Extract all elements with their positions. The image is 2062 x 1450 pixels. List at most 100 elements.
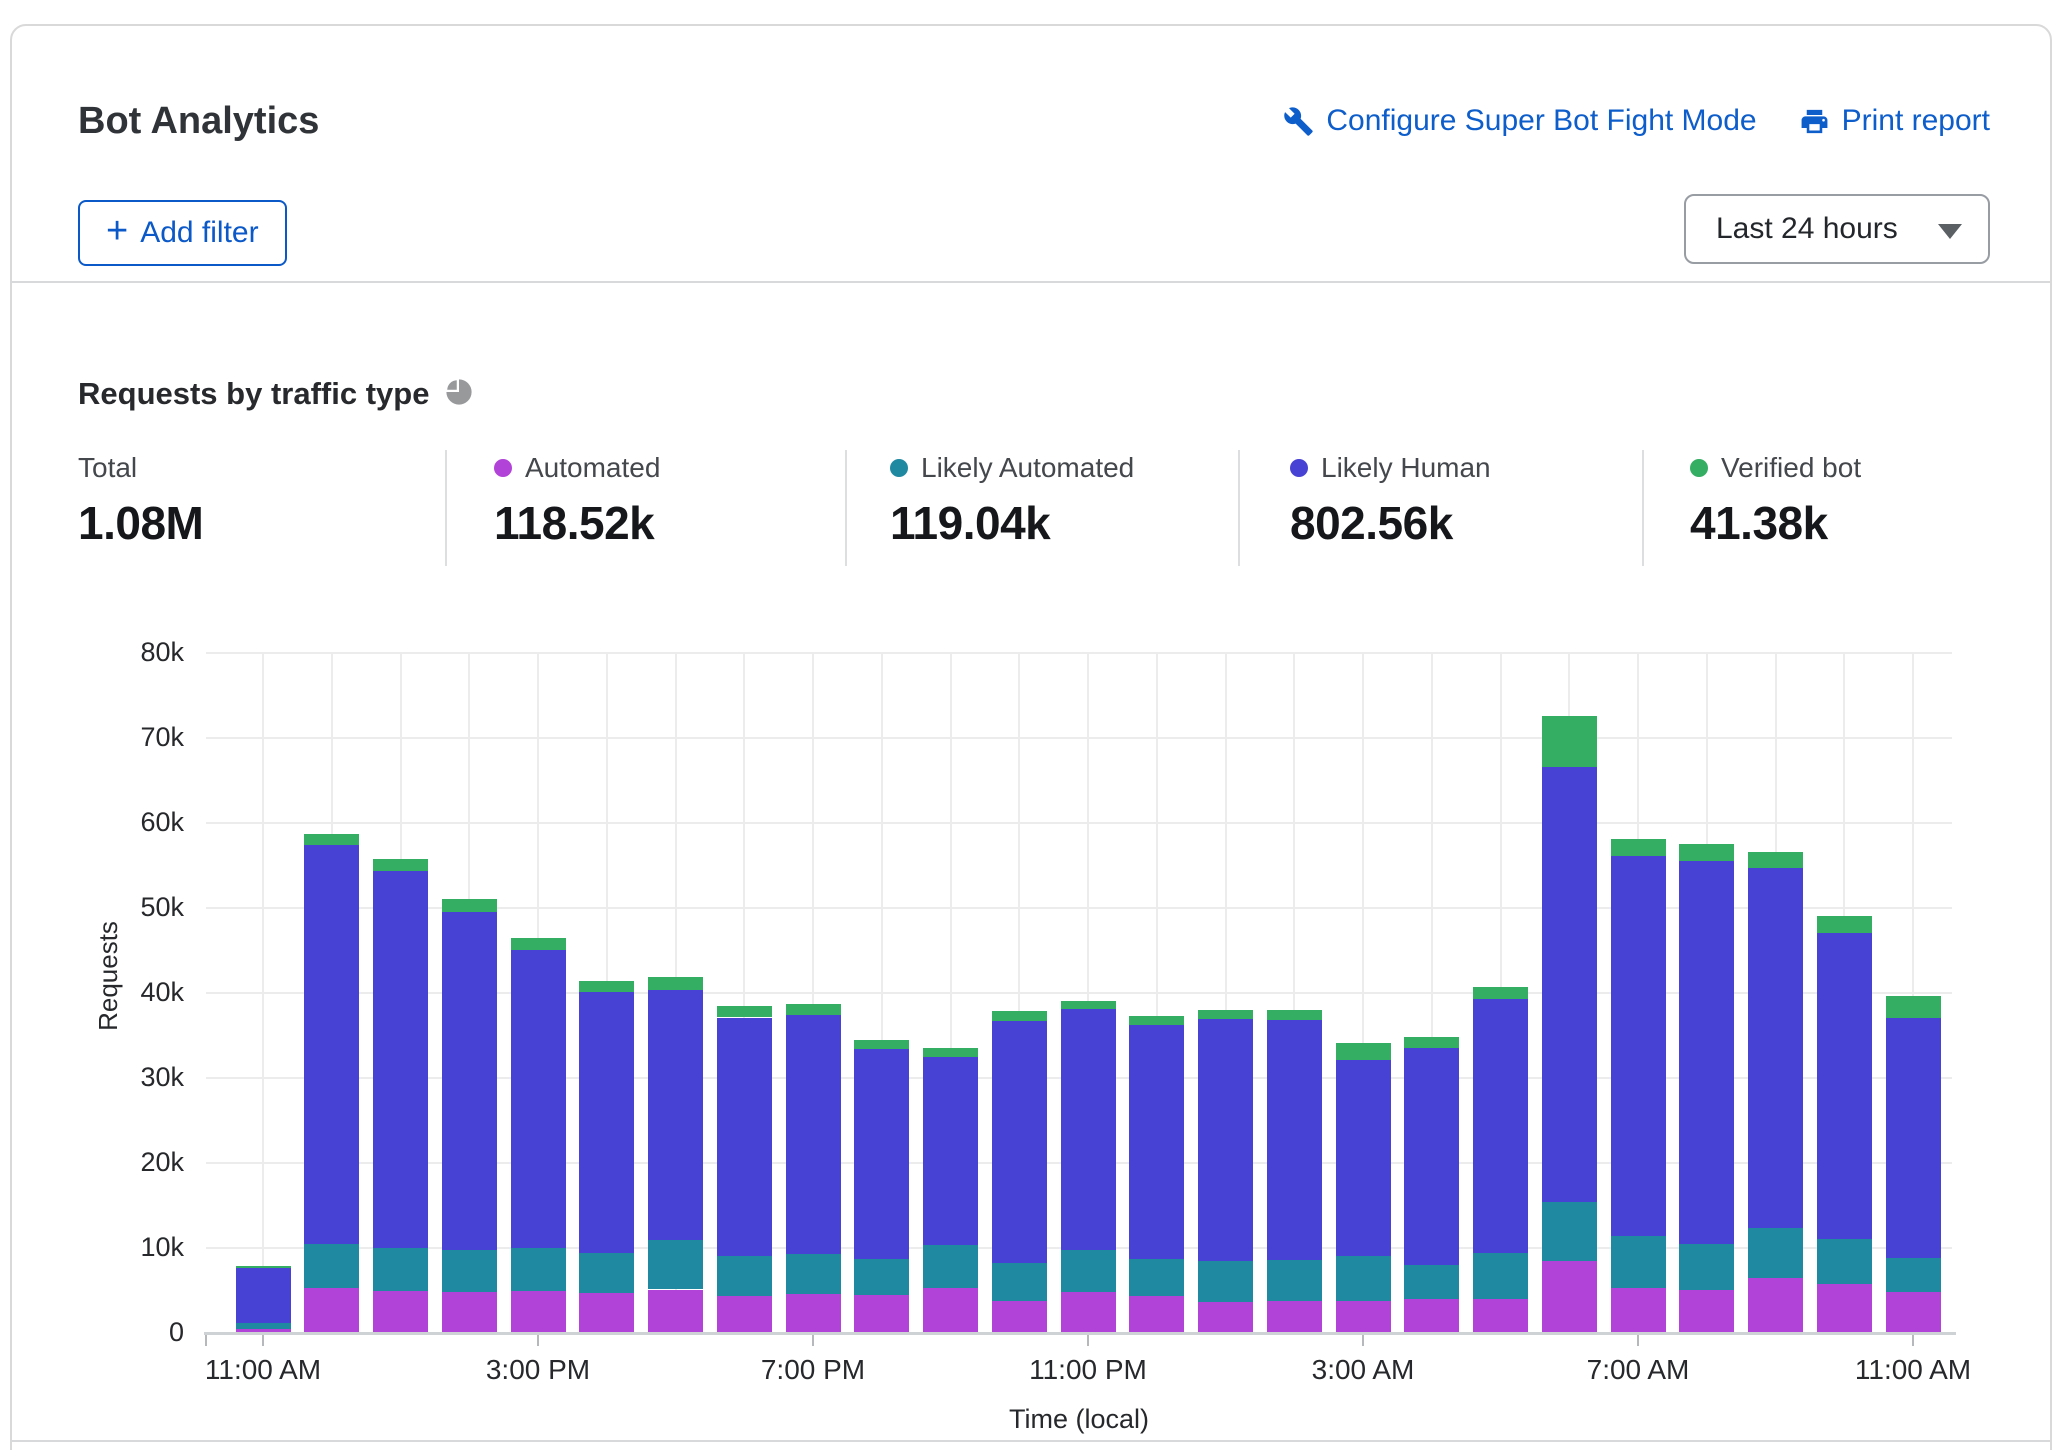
bar-3-automated[interactable] [442,1292,497,1332]
bar-17-likely-automated[interactable] [1404,1265,1459,1299]
add-filter-button[interactable]: + Add filter [78,200,287,266]
bar-7-likely-automated[interactable] [717,1256,772,1296]
bar-16-likely-automated[interactable] [1336,1256,1391,1300]
bar-0-likely-human[interactable] [236,1268,291,1322]
stat-likely-automated[interactable]: Likely Automated119.04k [890,450,1134,550]
bar-3-verified-bot[interactable] [442,899,497,913]
bar-7-likely-human[interactable] [717,1018,772,1257]
bar-23-likely-human[interactable] [1817,933,1872,1239]
bar-12-automated[interactable] [1061,1292,1116,1332]
bar-0-likely-automated[interactable] [236,1323,291,1329]
bar-2-likely-human[interactable] [373,871,428,1248]
bar-13-automated[interactable] [1129,1296,1184,1332]
bar-10-likely-automated[interactable] [923,1245,978,1288]
bar-8-likely-automated[interactable] [786,1254,841,1294]
bar-10-automated[interactable] [923,1288,978,1332]
bar-4-likely-automated[interactable] [511,1248,566,1291]
bar-6-likely-automated[interactable] [648,1240,703,1289]
print-report-link[interactable]: Print report [1799,104,1990,138]
bar-22-verified-bot[interactable] [1748,852,1803,868]
bar-23-verified-bot[interactable] [1817,916,1872,934]
bar-21-likely-human[interactable] [1679,861,1734,1244]
bar-21-automated[interactable] [1679,1290,1734,1332]
bar-15-likely-automated[interactable] [1267,1260,1322,1302]
bar-16-automated[interactable] [1336,1301,1391,1332]
bar-10-likely-human[interactable] [923,1057,978,1246]
bar-11-likely-automated[interactable] [992,1263,1047,1301]
bar-19-likely-automated[interactable] [1542,1202,1597,1261]
bar-12-likely-automated[interactable] [1061,1250,1116,1292]
bar-18-automated[interactable] [1473,1299,1528,1332]
time-range-select[interactable]: Last 24 hours [1684,194,1990,264]
bar-17-likely-human[interactable] [1404,1048,1459,1265]
configure-super-bot-fight-mode-link[interactable]: Configure Super Bot Fight Mode [1283,104,1756,138]
bar-1-verified-bot[interactable] [304,834,359,845]
bar-20-verified-bot[interactable] [1611,839,1666,856]
bar-5-verified-bot[interactable] [579,981,634,992]
bar-15-automated[interactable] [1267,1301,1322,1332]
bar-0-verified-bot[interactable] [236,1266,291,1269]
bar-16-verified-bot[interactable] [1336,1043,1391,1060]
bar-14-likely-automated[interactable] [1198,1261,1253,1303]
bar-21-verified-bot[interactable] [1679,844,1734,861]
bar-14-automated[interactable] [1198,1302,1253,1332]
bar-8-automated[interactable] [786,1294,841,1332]
bar-24-likely-automated[interactable] [1886,1258,1941,1292]
bar-12-likely-human[interactable] [1061,1009,1116,1250]
bar-24-automated[interactable] [1886,1292,1941,1332]
bar-13-likely-automated[interactable] [1129,1259,1184,1296]
bar-16-likely-human[interactable] [1336,1060,1391,1256]
bar-11-automated[interactable] [992,1301,1047,1332]
stat-total[interactable]: Total1.08M [78,450,203,550]
bar-11-verified-bot[interactable] [992,1011,1047,1021]
bar-10-verified-bot[interactable] [923,1048,978,1057]
bar-3-likely-automated[interactable] [442,1250,497,1292]
stat-likely-human[interactable]: Likely Human802.56k [1290,450,1491,550]
bar-20-likely-human[interactable] [1611,856,1666,1236]
bar-18-verified-bot[interactable] [1473,987,1528,999]
bar-24-verified-bot[interactable] [1886,996,1941,1017]
bar-4-verified-bot[interactable] [511,938,566,950]
bar-15-likely-human[interactable] [1267,1020,1322,1260]
bar-6-likely-human[interactable] [648,990,703,1240]
bar-22-automated[interactable] [1748,1278,1803,1332]
bar-13-likely-human[interactable] [1129,1025,1184,1259]
bar-19-likely-human[interactable] [1542,767,1597,1202]
bar-14-verified-bot[interactable] [1198,1010,1253,1019]
bar-5-likely-automated[interactable] [579,1253,634,1293]
bar-6-automated[interactable] [648,1290,703,1333]
bar-21-likely-automated[interactable] [1679,1244,1734,1291]
bar-14-likely-human[interactable] [1198,1019,1253,1260]
bar-9-likely-human[interactable] [854,1049,909,1259]
bar-4-automated[interactable] [511,1291,566,1332]
bar-9-verified-bot[interactable] [854,1040,909,1049]
bar-19-automated[interactable] [1542,1261,1597,1332]
bar-3-likely-human[interactable] [442,912,497,1250]
stat-automated[interactable]: Automated118.52k [494,450,660,550]
bar-8-verified-bot[interactable] [786,1004,841,1015]
bar-4-likely-human[interactable] [511,950,566,1248]
bar-9-likely-automated[interactable] [854,1259,909,1296]
bar-19-verified-bot[interactable] [1542,716,1597,767]
bar-2-automated[interactable] [373,1291,428,1332]
stat-verified-bot[interactable]: Verified bot41.38k [1690,450,1861,550]
bar-8-likely-human[interactable] [786,1015,841,1254]
bar-7-automated[interactable] [717,1296,772,1332]
bar-20-automated[interactable] [1611,1288,1666,1332]
bar-15-verified-bot[interactable] [1267,1010,1322,1020]
bar-23-automated[interactable] [1817,1284,1872,1332]
bar-2-likely-automated[interactable] [373,1248,428,1291]
bar-11-likely-human[interactable] [992,1021,1047,1263]
bar-17-verified-bot[interactable] [1404,1037,1459,1048]
bar-18-likely-automated[interactable] [1473,1253,1528,1299]
bar-1-likely-automated[interactable] [304,1244,359,1288]
bar-2-verified-bot[interactable] [373,859,428,871]
bar-7-verified-bot[interactable] [717,1006,772,1017]
bar-5-automated[interactable] [579,1293,634,1332]
bar-24-likely-human[interactable] [1886,1018,1941,1259]
bar-17-automated[interactable] [1404,1299,1459,1332]
bar-6-verified-bot[interactable] [648,977,703,991]
bar-12-verified-bot[interactable] [1061,1001,1116,1009]
bar-22-likely-human[interactable] [1748,868,1803,1228]
bar-20-likely-automated[interactable] [1611,1236,1666,1288]
